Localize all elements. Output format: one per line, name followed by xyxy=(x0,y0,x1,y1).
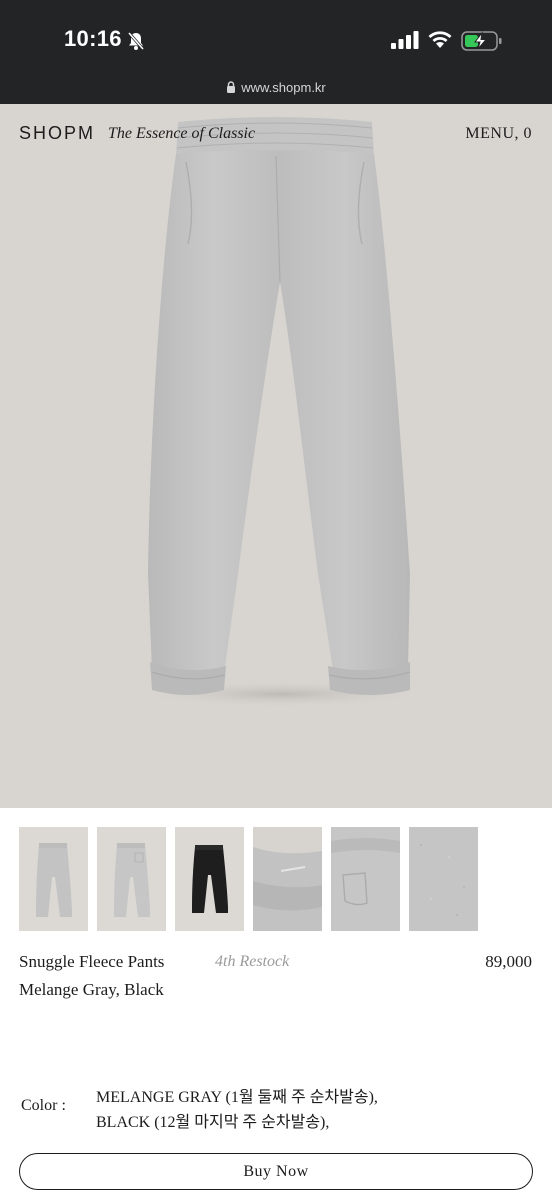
wifi-icon xyxy=(428,31,452,48)
menu-button[interactable]: MENU, 0 xyxy=(465,125,532,143)
thumb-cuff-detail[interactable] xyxy=(253,827,322,931)
product-price: 89,000 xyxy=(485,952,532,971)
buy-now-button[interactable]: Buy Now xyxy=(19,1153,533,1190)
thumb-pocket-detail[interactable] xyxy=(331,827,400,931)
fabric-texture-icon xyxy=(409,827,478,931)
product-name: Snuggle Fleece Pants xyxy=(19,952,165,971)
color-option-melange-gray: MELANGE GRAY (1월 둘째 주 순차발송), xyxy=(96,1089,378,1106)
cuff-detail-icon xyxy=(253,827,322,931)
thumb-back-gray[interactable] xyxy=(97,827,166,931)
fleece-pants-image xyxy=(132,117,432,708)
url-text: www.shopm.kr xyxy=(241,80,326,95)
thumb-front-gray[interactable] xyxy=(19,827,88,931)
pants-front-icon xyxy=(19,827,88,931)
color-label: Color : xyxy=(21,1097,66,1114)
restock-badge: 4th Restock xyxy=(215,953,290,970)
pants-back-icon xyxy=(97,827,166,931)
thumb-front-black[interactable] xyxy=(175,827,244,931)
pocket-detail-icon xyxy=(331,827,400,931)
thumbnail-gallery xyxy=(19,827,539,931)
bell-slash-icon xyxy=(127,32,145,50)
brand-tagline: The Essence of Classic xyxy=(108,125,256,142)
signal-icon xyxy=(391,31,419,49)
product-hero-image[interactable] xyxy=(0,104,552,808)
status-time: 10:16 xyxy=(64,26,122,51)
thumb-fabric-detail[interactable] xyxy=(409,827,478,931)
pants-front-black-icon xyxy=(175,827,244,931)
product-variants: Melange Gray, Black xyxy=(19,980,164,999)
color-option-black: BLACK (12월 마지막 주 순차발송), xyxy=(96,1114,330,1131)
brand-logo[interactable]: SHOPM xyxy=(19,123,95,144)
lock-icon xyxy=(227,81,236,93)
status-bar: 10:16 www.shopm.kr xyxy=(0,0,552,104)
address-bar[interactable]: www.shopm.kr xyxy=(0,80,552,95)
site-header: SHOPM The Essence of Classic MENU, 0 xyxy=(0,104,552,164)
battery-charging-icon xyxy=(461,31,502,51)
